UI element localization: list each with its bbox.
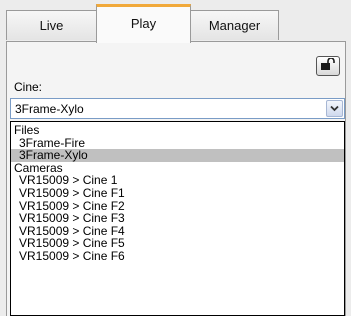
unlock-icon (320, 57, 336, 74)
list-item-cine-f3[interactable]: VR15009 > Cine F3 (11, 212, 344, 225)
cine-select[interactable]: 3Frame-Xylo (10, 98, 345, 119)
tab-play[interactable]: Play (96, 4, 191, 43)
tab-bar: Live Manager Play (0, 0, 351, 43)
lock-button[interactable] (316, 56, 340, 76)
list-item-cine-f1[interactable]: VR15009 > Cine F1 (11, 187, 344, 200)
tab-manager[interactable]: Manager (190, 10, 279, 40)
cine-label: Cine: (14, 80, 43, 94)
chevron-down-icon[interactable] (326, 100, 343, 117)
list-item-cine-f6[interactable]: VR15009 > Cine F6 (11, 250, 344, 263)
group-header-files: Files (14, 123, 40, 137)
cine-select-value: 3Frame-Xylo (15, 102, 84, 116)
cine-dropdown-list: Files 3Frame-Fire 3Frame-Xylo Cameras VR… (10, 121, 345, 316)
tab-live[interactable]: Live (6, 10, 97, 40)
list-item-3frame-xylo[interactable]: 3Frame-Xylo (11, 149, 344, 162)
